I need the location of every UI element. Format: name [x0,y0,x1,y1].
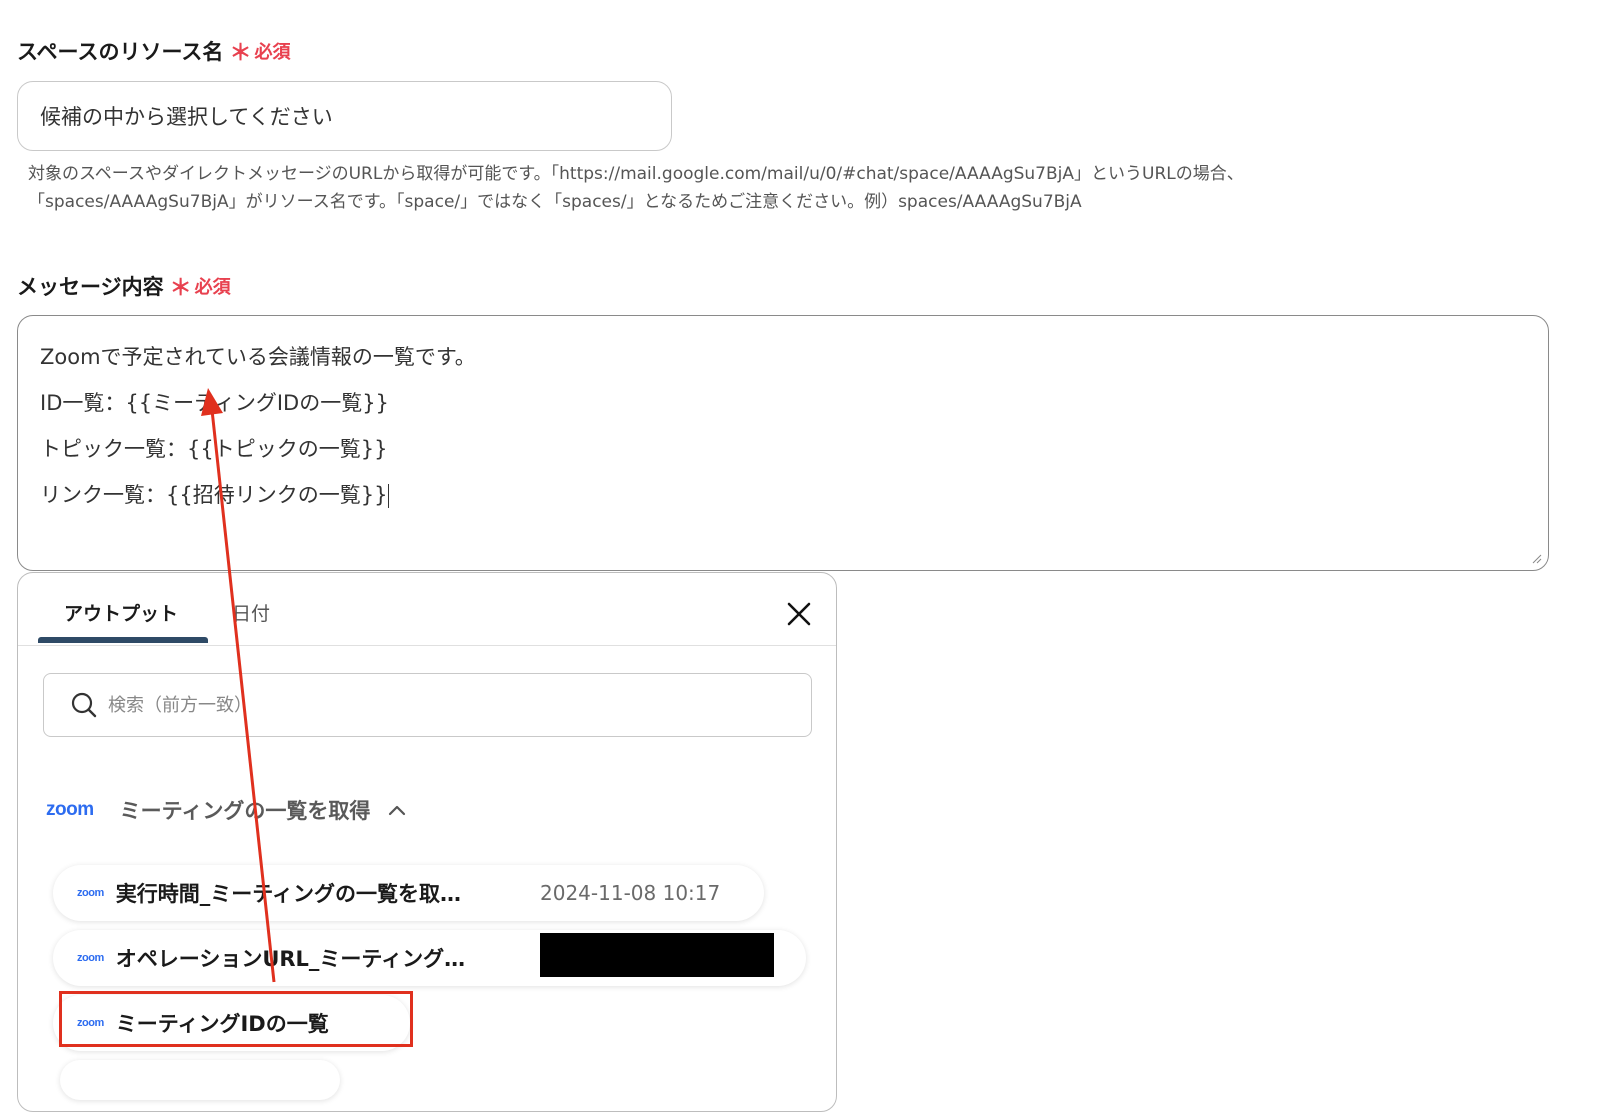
help-line-1: 対象のスペースやダイレクトメッセージのURLから取得が可能です。「https:/… [28,164,1244,184]
output-item[interactable]: zoom 実行時間_ミーティングの一覧を取… 2024-11-08 10:17 [53,865,764,921]
space-resource-label-text: スペースのリソース名 [17,40,224,64]
output-item-partial[interactable] [60,1060,340,1100]
required-badge: ＊ 必須 [170,270,231,302]
group-title: ミーティングの一覧を取得 [119,799,371,823]
zoom-logo: zoom [77,952,104,964]
message-line-2: ID一覧：{{ミーティングIDの一覧}} [40,391,389,415]
tab-date[interactable]: 日付 [232,599,270,626]
message-line-4: リンク一覧：{{招待リンクの一覧}} [40,472,1526,518]
required-asterisk: ＊ [169,276,192,301]
message-line-4-text: リンク一覧：{{招待リンクの一覧}} [40,483,388,507]
search-box[interactable] [43,673,812,737]
message-label-text: メッセージ内容 [17,275,164,299]
message-textarea[interactable]: Zoomで予定されている会議情報の一覧です。 ID一覧：{{ミーティングIDの一… [17,315,1549,571]
space-resource-label: スペースのリソース名 ＊ 必須 [17,35,290,67]
search-input[interactable] [106,693,710,717]
search-icon [71,692,97,718]
required-text: 必須 [254,42,291,63]
zoom-logo: zoom [46,799,94,820]
active-tab-indicator [38,637,208,643]
redacted-value [540,933,774,977]
highlight-box [59,991,413,1047]
panel-tabs: アウトプット 日付 [18,573,836,646]
zoom-group-header[interactable]: zoom ミーティングの一覧を取得 [46,795,406,825]
space-resource-help: 対象のスペースやダイレクトメッセージのURLから取得が可能です。「https:/… [28,160,1408,216]
message-line-1: Zoomで予定されている会議情報の一覧です。 [40,345,476,369]
space-resource-placeholder: 候補の中から選択してください [40,105,333,129]
message-line-3: トピック一覧：{{トピックの一覧}} [40,437,388,461]
required-badge: ＊ 必須 [229,35,290,67]
zoom-logo: zoom [77,887,104,899]
chevron-up-icon[interactable] [388,804,406,816]
output-item-value: 2024-11-08 10:17 [540,881,721,905]
message-label: メッセージ内容 ＊ 必須 [17,270,231,302]
output-item-label: オペレーションURL_ミーティング… [115,947,466,971]
output-item-label: 実行時間_ミーティングの一覧を取… [115,882,461,906]
close-icon[interactable] [784,599,814,629]
help-line-2: 「spaces/AAAAgSu7BjA」がリソース名です。「space/」ではな… [28,192,1082,212]
required-asterisk: ＊ [229,41,252,66]
text-caret [388,484,390,508]
tab-output[interactable]: アウトプット [64,599,178,626]
required-text: 必須 [194,277,231,298]
resize-grip-icon[interactable] [1532,554,1542,564]
space-resource-select[interactable]: 候補の中から選択してください [17,81,672,151]
